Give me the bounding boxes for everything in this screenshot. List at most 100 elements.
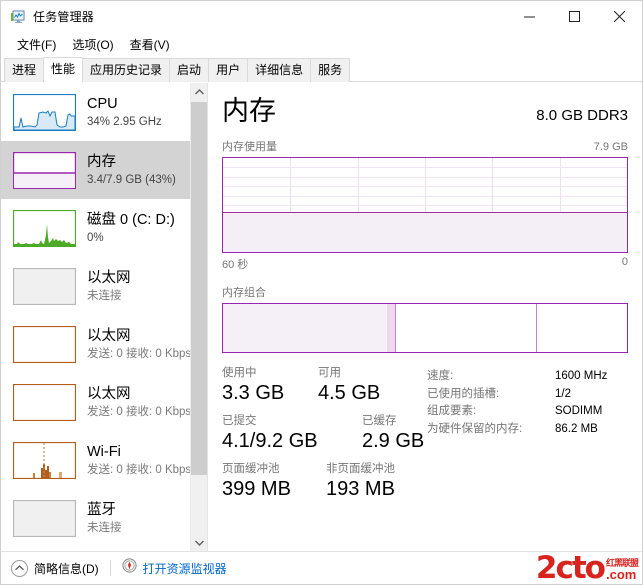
sidebar-item-label: CPU	[87, 95, 118, 112]
stat-hardware-reserved: 为硬件保留的内存: 86.2 MB	[427, 421, 628, 439]
composition-segment-inuse[interactable]	[223, 304, 387, 352]
sidebar-item-label: 以太网	[87, 385, 131, 402]
sidebar-item-cpu[interactable]: CPU 34% 2.95 GHz	[1, 83, 190, 141]
tab-processes[interactable]: 进程	[4, 58, 45, 82]
memory-stats-right: 速度: 1600 MHz 已使用的插槽: 1/2 组成要素: SODIMM 为硬…	[427, 366, 628, 510]
close-button[interactable]	[597, 1, 642, 32]
menu-view[interactable]: 查看(V)	[122, 33, 178, 57]
tab-users[interactable]: 用户	[208, 58, 249, 82]
sidebar-item-sublabel: 发送: 0 接收: 0 Kbps	[87, 405, 190, 418]
stat-value: 399 MB	[222, 478, 291, 500]
tab-startup[interactable]: 启动	[169, 58, 210, 82]
menu-file[interactable]: 文件(F)	[9, 33, 64, 57]
content-area: CPU 34% 2.95 GHz 内存 3.4/7.9 GB (43%) 磁盘 …	[1, 82, 642, 551]
watermark-main: 2cto	[535, 550, 606, 585]
sidebar-item-ethernet-1[interactable]: 以太网 未连接	[1, 257, 190, 315]
memory-stats: 使用中 3.3 GB 可用 4.5 GB 已提交 4.1/9.2 GB 已缓存 …	[222, 366, 628, 510]
stat-caption: 非页面缓冲池	[326, 463, 395, 475]
stat-value: 193 MB	[326, 478, 395, 500]
menu-bar: 文件(F) 选项(O) 查看(V)	[1, 32, 642, 57]
stat-row: 已提交 4.1/9.2 GB 已缓存 2.9 GB	[222, 414, 427, 454]
watermark-com: .com	[605, 567, 637, 582]
disk-sparkline-icon	[13, 209, 76, 247]
stat-key: 组成要素:	[427, 405, 477, 417]
stat-value: 86.2 MB	[555, 422, 598, 435]
sidebar-item-ethernet-2[interactable]: 以太网 发送: 0 接收: 0 Kbps	[1, 315, 190, 373]
resource-list: CPU 34% 2.95 GHz 内存 3.4/7.9 GB (43%) 磁盘 …	[1, 83, 190, 551]
axis-label-right: 0	[621, 256, 628, 268]
maximize-button[interactable]	[552, 1, 597, 32]
stat-row: 页面缓冲池 399 MB 非页面缓冲池 193 MB	[222, 462, 427, 502]
graph-axis: 60 秒 0	[222, 256, 628, 272]
footer-divider	[109, 560, 111, 576]
stat-value: 3.3 GB	[222, 382, 285, 404]
ethernet-disconnected-icon	[13, 267, 76, 305]
window-controls	[507, 1, 642, 32]
window-title: 任务管理器	[33, 10, 95, 24]
scrollbar-track[interactable]	[191, 100, 207, 534]
sidebar-item-label: 以太网	[87, 327, 131, 344]
sidebar-item-sublabel: 0%	[87, 231, 104, 244]
memory-usage-dip	[368, 207, 425, 213]
open-resource-monitor-link[interactable]: 打开资源监视器	[122, 558, 227, 578]
sidebar-item-sublabel: 34% 2.95 GHz	[87, 115, 162, 128]
memory-usage-graph[interactable]	[222, 157, 628, 253]
sidebar-item-ethernet-3[interactable]: 以太网 发送: 0 接收: 0 Kbps	[1, 373, 190, 431]
wifi-sparkline-icon	[13, 441, 76, 479]
composition-title: 内存组合	[222, 287, 266, 299]
memory-composition-bar[interactable]	[222, 303, 628, 353]
sidebar-item-wifi[interactable]: Wi-Fi 发送: 0 接收: 0 Kbps	[1, 431, 190, 489]
sidebar-item-label: Wi-Fi	[87, 443, 121, 460]
graph-max-value: 7.9 GB	[593, 141, 628, 153]
fewer-details-button[interactable]: 简略信息(D)	[11, 559, 99, 577]
axis-label-left: 60 秒	[222, 259, 249, 271]
stat-paged-pool: 页面缓冲池 399 MB	[222, 462, 326, 502]
stat-key: 速度:	[427, 370, 454, 382]
chevron-down-icon[interactable]	[191, 534, 207, 551]
scrollbar-thumb[interactable]	[191, 102, 207, 476]
sidebar-item-bluetooth[interactable]: 蓝牙 未连接	[1, 489, 190, 547]
sidebar-item-memory[interactable]: 内存 3.4/7.9 GB (43%)	[1, 141, 190, 199]
composition-segment-modified[interactable]	[386, 304, 395, 352]
memory-detail-panel: 内存 8.0 GB DDR3 内存使用量 7.9 GB 60 秒 0 内存组合 …	[208, 83, 642, 551]
sidebar-item-label: 蓝牙	[87, 501, 116, 518]
sidebar-item-disk[interactable]: 磁盘 0 (C: D:) 0%	[1, 199, 190, 257]
memory-stats-left: 使用中 3.3 GB 可用 4.5 GB 已提交 4.1/9.2 GB 已缓存 …	[222, 366, 427, 510]
stat-caption: 页面缓冲池	[222, 463, 280, 475]
composition-segment-free[interactable]	[536, 304, 627, 352]
status-bar: 简略信息(D) 打开资源监视器 2cto 红黑联盟 .com	[1, 551, 642, 584]
stat-key: 已使用的插槽:	[427, 387, 500, 400]
stat-caption: 已提交	[222, 415, 257, 427]
ethernet-sparkline-icon	[13, 383, 76, 421]
stat-key: 为硬件保留的内存:	[427, 422, 523, 435]
tab-app-history[interactable]: 应用历史记录	[82, 58, 171, 82]
title-bar: 任务管理器	[1, 1, 642, 32]
sidebar-item-sublabel: 发送: 0 接收: 0 Kbps	[87, 347, 190, 360]
tab-bar: 进程 性能 应用历史记录 启动 用户 详细信息 服务	[1, 57, 642, 82]
resource-monitor-icon	[122, 558, 137, 578]
minimize-button[interactable]	[507, 1, 552, 32]
bluetooth-disconnected-icon	[13, 499, 76, 537]
graph-header: 内存使用量 7.9 GB	[222, 138, 628, 154]
composition-segment-standby[interactable]	[394, 304, 537, 352]
stat-value: SODIMM	[555, 405, 603, 417]
task-manager-window: 任务管理器 文件(F) 选项(O) 查看(V) 进程 性能 应用历史记录 启动 …	[0, 0, 643, 585]
tab-services[interactable]: 服务	[310, 58, 351, 82]
stat-row: 使用中 3.3 GB 可用 4.5 GB	[222, 366, 427, 406]
tab-details[interactable]: 详细信息	[247, 58, 312, 82]
memory-spec: 8.0 GB DDR3	[536, 107, 628, 124]
stat-value: 2.9 GB	[362, 430, 425, 452]
chevron-up-icon[interactable]	[191, 83, 207, 100]
sidebar-item-sublabel: 3.4/7.9 GB (43%)	[87, 173, 176, 186]
stat-cached: 已缓存 2.9 GB	[362, 414, 424, 454]
sidebar-item-label: 内存	[87, 153, 116, 170]
stat-caption: 已缓存	[362, 415, 397, 427]
stat-value: 1600 MHz	[555, 370, 608, 382]
watermark-side: 红黑联盟 .com	[605, 558, 639, 582]
tab-performance[interactable]: 性能	[43, 57, 84, 82]
sidebar-scrollbar[interactable]	[190, 83, 207, 551]
graph-title: 内存使用量	[222, 141, 277, 153]
memory-sparkline-icon	[13, 151, 76, 189]
stat-nonpaged-pool: 非页面缓冲池 193 MB	[326, 462, 395, 502]
menu-options[interactable]: 选项(O)	[64, 33, 121, 57]
